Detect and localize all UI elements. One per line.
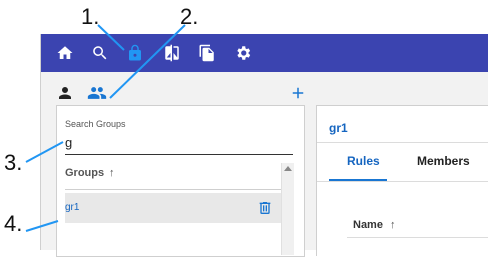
groups-panel: Search Groups g Groups ↑ gr1 bbox=[56, 105, 305, 257]
search-input[interactable]: g bbox=[65, 135, 72, 150]
sort-ascending-icon[interactable]: ↑ bbox=[390, 219, 396, 231]
divider bbox=[317, 181, 488, 182]
scroll-up-arrow-icon[interactable] bbox=[284, 166, 292, 171]
tab-members[interactable]: Members bbox=[417, 154, 470, 168]
group-icon[interactable] bbox=[86, 82, 108, 104]
add-group-button[interactable] bbox=[289, 84, 307, 102]
sort-ascending-icon[interactable]: ↑ bbox=[109, 167, 115, 179]
group-name-link[interactable]: gr1 bbox=[65, 202, 79, 213]
search-icon[interactable] bbox=[89, 43, 111, 63]
tab-rules[interactable]: Rules bbox=[347, 154, 380, 168]
scrollbar[interactable] bbox=[281, 163, 294, 255]
callout-2: 2. bbox=[180, 4, 199, 29]
groups-header-label: Groups bbox=[65, 167, 105, 179]
callout-4: 4. bbox=[4, 211, 23, 236]
callout-1: 1. bbox=[81, 4, 100, 29]
name-column-header[interactable]: Name bbox=[353, 219, 383, 231]
groups-column-header[interactable]: Groups ↑ bbox=[65, 167, 286, 190]
user-icon[interactable] bbox=[54, 82, 76, 104]
lock-icon[interactable] bbox=[124, 43, 146, 63]
compare-icon[interactable] bbox=[161, 43, 183, 63]
copy-icon[interactable] bbox=[196, 43, 218, 63]
search-label: Search Groups bbox=[65, 119, 126, 129]
callout-3: 3. bbox=[4, 150, 23, 175]
divider bbox=[317, 142, 488, 143]
home-icon[interactable] bbox=[54, 43, 76, 63]
delete-icon[interactable] bbox=[257, 199, 273, 217]
top-toolbar bbox=[41, 34, 488, 72]
detail-title: gr1 bbox=[329, 121, 348, 135]
group-detail-panel: gr1 Rules Members Name ↑ bbox=[316, 105, 488, 256]
search-input-underline bbox=[65, 154, 293, 155]
app-window: Search Groups g Groups ↑ gr1 gr1 Rules M… bbox=[40, 34, 488, 257]
list-item[interactable]: gr1 bbox=[65, 193, 281, 223]
settings-icon[interactable] bbox=[232, 43, 254, 63]
divider bbox=[347, 237, 488, 238]
